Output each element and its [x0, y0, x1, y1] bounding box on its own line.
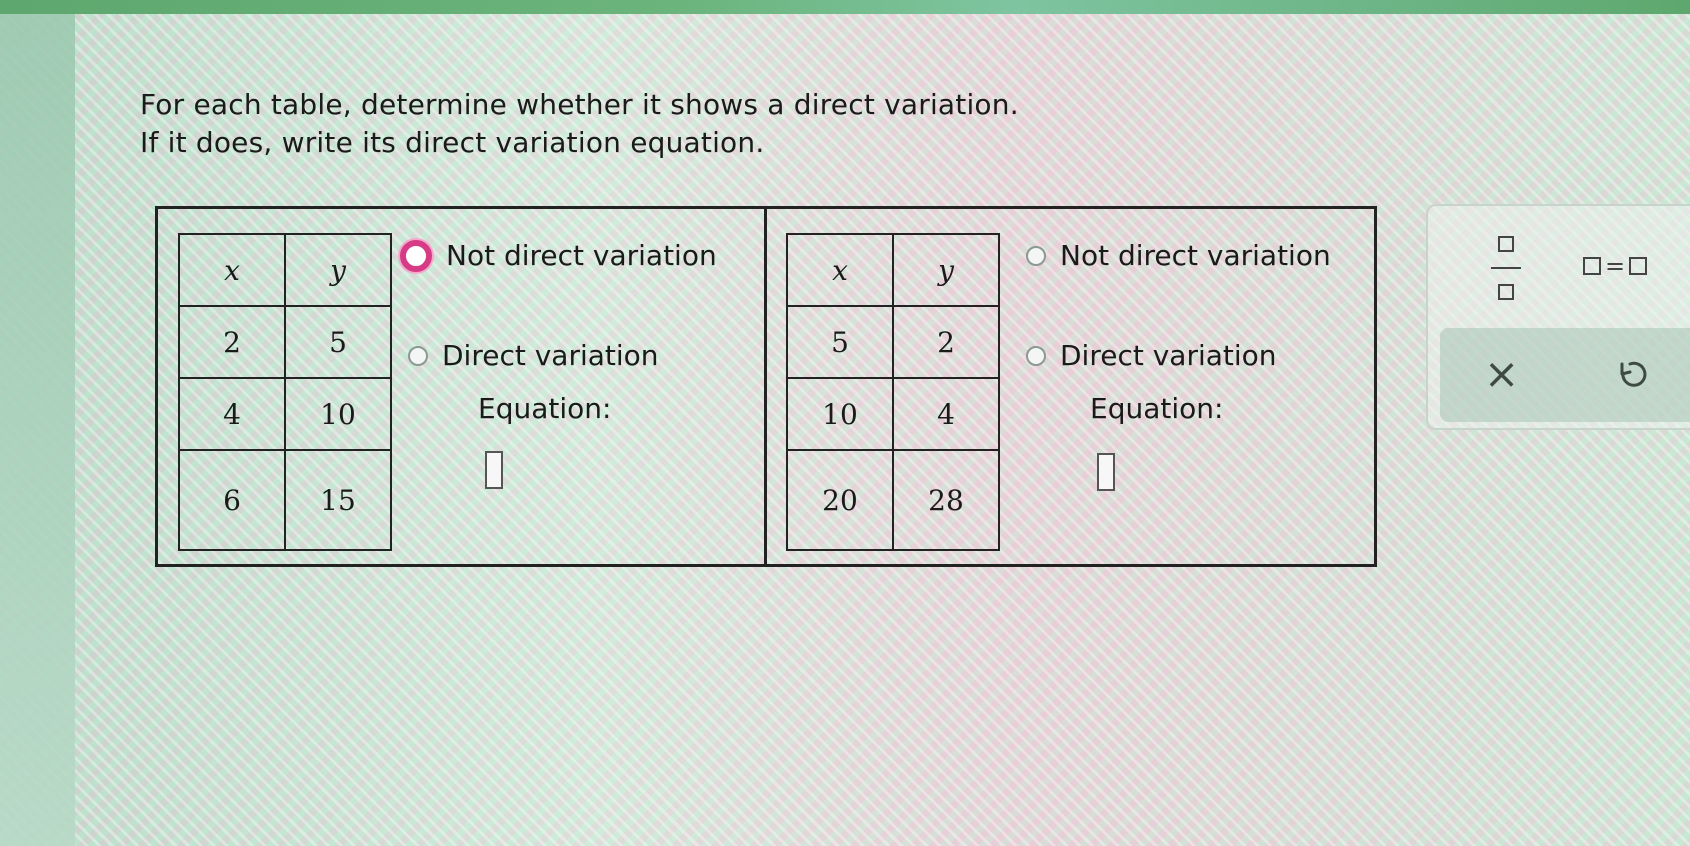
table-1-cell: 6	[178, 449, 286, 551]
clear-icon[interactable]: ×	[1484, 350, 1519, 398]
tool-actions-bar: ×	[1440, 328, 1690, 422]
table-1-option-not-direct[interactable]: Not direct variation	[400, 239, 717, 272]
table-divider	[764, 209, 767, 564]
option-label: Direct variation	[442, 339, 659, 372]
table-2-option-not-direct[interactable]: Not direct variation	[1026, 239, 1331, 272]
table-2-equation-label: Equation:	[1090, 392, 1224, 425]
instruction-line-2: If it does, write its direct variation e…	[140, 126, 765, 159]
table-1-equation-label: Equation:	[478, 392, 612, 425]
option-label: Not direct variation	[446, 239, 717, 272]
option-label: Not direct variation	[1060, 239, 1331, 272]
radio-icon[interactable]	[1026, 345, 1046, 366]
instructions: For each table, determine whether it sho…	[140, 86, 1019, 162]
radio-icon[interactable]	[1026, 245, 1046, 266]
problem-box: x y 2 5 4 10 6 15 Not direct variation D…	[155, 206, 1377, 567]
table-1: x y 2 5 4 10 6 15	[178, 233, 392, 551]
equation-icon[interactable]: =	[1583, 252, 1648, 280]
left-side-strip	[0, 14, 75, 846]
equals-symbol: =	[1605, 252, 1626, 280]
table-2-header-x: x	[786, 233, 894, 307]
fraction-icon[interactable]	[1488, 236, 1524, 300]
table-1-header-y: y	[284, 233, 392, 307]
table-2-cell: 4	[892, 377, 1000, 451]
table-1-header-x: x	[178, 233, 286, 307]
table-1-cell: 4	[178, 377, 286, 451]
table-2-equation-input[interactable]	[1097, 453, 1115, 491]
table-2-header-y: y	[892, 233, 1000, 307]
table-1-cell: 5	[284, 305, 392, 379]
table-1-cell: 2	[178, 305, 286, 379]
table-2-cell: 20	[786, 449, 894, 551]
table-2-cell: 5	[786, 305, 894, 379]
table-2-option-direct[interactable]: Direct variation	[1026, 339, 1277, 372]
table-2-cell: 10	[786, 377, 894, 451]
radio-icon[interactable]	[400, 239, 432, 272]
table-1-cell: 10	[284, 377, 392, 451]
table-2-cell: 28	[892, 449, 1000, 551]
table-1-equation-input[interactable]	[485, 451, 503, 489]
option-label: Direct variation	[1060, 339, 1277, 372]
top-header-strip	[0, 0, 1690, 14]
table-2-cell: 2	[892, 305, 1000, 379]
radio-icon[interactable]	[408, 345, 428, 366]
table-2: x y 5 2 10 4 20 28	[786, 233, 1000, 551]
math-tool-panel: = ×	[1426, 204, 1690, 430]
table-1-cell: 15	[284, 449, 392, 551]
instruction-line-1: For each table, determine whether it sho…	[140, 88, 1019, 121]
undo-icon[interactable]	[1610, 354, 1650, 394]
table-1-option-direct[interactable]: Direct variation	[408, 339, 659, 372]
